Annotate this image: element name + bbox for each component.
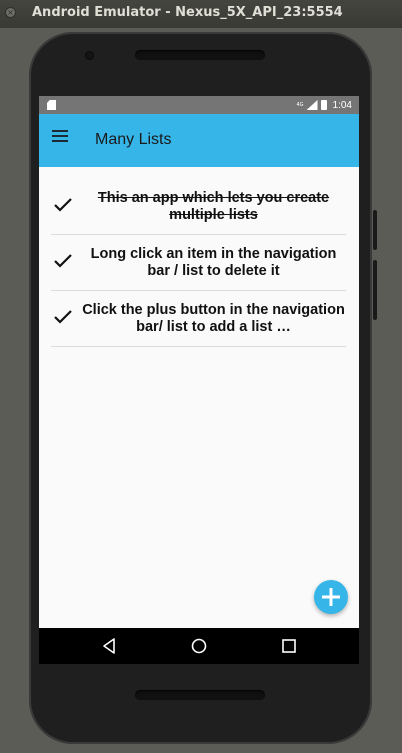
device-screen: 4G 1:04 Many Lists This an app which let… (39, 96, 359, 664)
app-title: Many Lists (95, 131, 172, 148)
front-camera (85, 51, 94, 60)
home-circle-icon[interactable] (189, 636, 209, 656)
navigation-bar (39, 628, 359, 664)
checkmark-icon[interactable] (53, 197, 73, 213)
bottom-speaker (135, 690, 265, 700)
power-button[interactable] (373, 210, 377, 250)
list-item-label: Click the plus button in the navigation … (82, 301, 345, 335)
window-title: Android Emulator - Nexus_5X_API_23:5554 (32, 5, 343, 20)
list-item[interactable]: Click the plus button in the navigation … (51, 291, 346, 347)
signal-icon (306, 100, 318, 110)
status-clock: 1:04 (332, 99, 352, 111)
list-item-label: Long click an item in the navigation bar… (90, 245, 337, 279)
emulator-title-bar: × Android Emulator - Nexus_5X_API_23:555… (0, 0, 402, 28)
app-bar: Many Lists (39, 114, 359, 167)
sd-card-icon (47, 100, 56, 110)
volume-button[interactable] (373, 260, 377, 320)
window-close-button[interactable]: × (5, 7, 16, 18)
plus-icon (322, 588, 340, 606)
hamburger-menu-icon[interactable] (52, 130, 68, 144)
status-bar: 4G 1:04 (39, 96, 359, 114)
status-icons: 4G 1:04 (296, 98, 352, 112)
checkmark-icon[interactable] (53, 309, 73, 325)
list-item[interactable]: This an app which lets you create multip… (51, 179, 346, 235)
add-list-button[interactable] (314, 580, 348, 614)
task-list: This an app which lets you create multip… (51, 179, 346, 347)
list-item-label: This an app which lets you create multip… (97, 189, 330, 223)
checkmark-icon[interactable] (53, 253, 73, 269)
list-item[interactable]: Long click an item in the navigation bar… (51, 235, 346, 291)
recents-square-icon[interactable] (279, 636, 299, 656)
back-triangle-icon[interactable] (100, 636, 120, 656)
network-type-label: 4G (296, 101, 304, 108)
top-speaker (135, 50, 265, 60)
battery-icon (320, 100, 327, 110)
